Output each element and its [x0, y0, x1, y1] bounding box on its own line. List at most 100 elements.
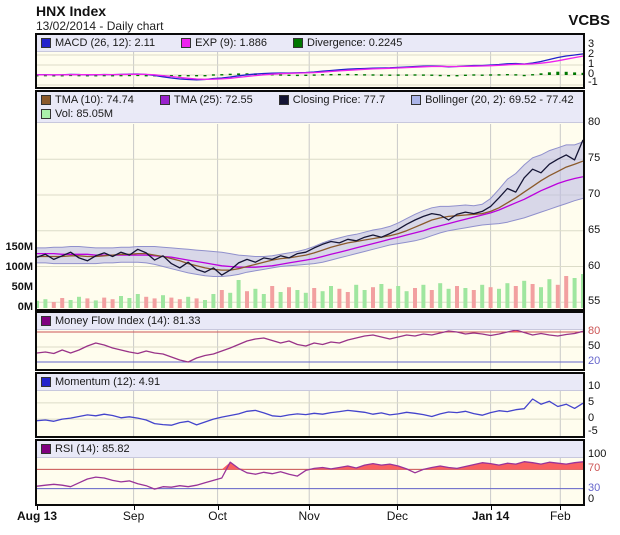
volume-bar [37, 301, 39, 308]
divergence-bar [220, 74, 223, 75]
rsi-axis-tick: 0 [588, 494, 594, 505]
price-legend-item: TMA (25): 72.55 [160, 93, 253, 107]
volume-bar [253, 289, 257, 308]
volume-bar [119, 296, 123, 308]
volume-bar [186, 297, 190, 308]
volume-bar [547, 279, 551, 308]
momentum-legend: Momentum (12): 4.91 [37, 374, 583, 391]
macd-legend-item: MACD (26, 12): 2.11 [41, 36, 155, 50]
volume-bar [161, 295, 165, 308]
divergence-bar [355, 74, 358, 75]
price-legend-label: Bollinger (20, 2): 69.52 - 77.42 [425, 93, 574, 107]
time-axis-label: Jan 14 [472, 509, 509, 523]
volume-bar [497, 289, 501, 308]
money-flow-index-legend: Money Flow Index (14): 81.33 [37, 313, 583, 330]
volume-bar [413, 288, 417, 308]
volume-bar [489, 287, 493, 308]
divergence-bar [363, 74, 366, 75]
price-legend-swatch-icon [41, 95, 51, 105]
volume-bar [52, 302, 56, 308]
volume-bar [237, 280, 241, 308]
divergence-bar [187, 75, 190, 76]
divergence-bar [321, 74, 324, 75]
volume-bar [421, 285, 425, 308]
stock-chart-window: HNX Index 13/02/2014 - Daily chart VCBS … [0, 0, 620, 535]
price-axis-tick: 60 [588, 261, 600, 272]
volume-bar [531, 284, 535, 308]
volume-bar [329, 286, 333, 308]
macd-legend-swatch-icon [181, 38, 191, 48]
volume-axis-tick: 0M [0, 301, 33, 313]
price-legend-swatch-icon [279, 95, 289, 105]
divergence-bar [414, 74, 417, 75]
volume-bar [581, 274, 583, 308]
volume-bar [144, 297, 148, 308]
macd-legend-swatch-icon [41, 38, 51, 48]
price-legend-label: Vol: 85.05M [55, 107, 113, 121]
volume-bar [60, 298, 64, 308]
divergence-bar [531, 74, 534, 75]
mfi-line [37, 330, 583, 362]
price-legend-swatch-icon [160, 95, 170, 105]
divergence-bar [548, 72, 551, 75]
volume-bar [304, 293, 308, 308]
volume-bar [211, 294, 215, 308]
price-legend-item: TMA (10): 74.74 [41, 93, 134, 107]
divergence-bar [237, 73, 240, 75]
volume-bar [85, 298, 89, 308]
divergence-bar [447, 75, 450, 76]
rsi-axis-tick: 30 [588, 483, 600, 494]
volume-bar [111, 299, 115, 308]
mfi-axis-tick: 20 [588, 356, 600, 367]
divergence-bar [489, 74, 492, 75]
volume-bar [522, 281, 526, 308]
time-axis-label: Sep [123, 509, 144, 523]
divergence-bar [582, 73, 584, 75]
divergence-bar [229, 74, 232, 75]
rsi-legend-swatch-icon [41, 444, 51, 454]
mom-axis-tick: 10 [588, 381, 600, 392]
divergence-bar [380, 74, 383, 75]
volume-axis-tick: 100M [0, 261, 33, 273]
mfi-legend-label: Money Flow Index (14): 81.33 [55, 314, 201, 328]
chart-subtitle: 13/02/2014 - Daily chart [36, 19, 163, 33]
volume-bar [396, 286, 400, 308]
divergence-bar [556, 72, 559, 75]
volume-bar [472, 290, 476, 308]
mom-axis-tick: 5 [588, 397, 594, 408]
volume-bar [153, 298, 157, 308]
divergence-bar [212, 74, 215, 75]
divergence-bar [338, 74, 341, 75]
volume-bar [514, 286, 518, 308]
price-axis-tick: 55 [588, 296, 600, 307]
divergence-bar [540, 73, 543, 75]
macd-legend-label: EXP (9): 1.886 [195, 36, 267, 50]
rsi-axis-tick: 100 [588, 449, 606, 460]
divergence-bar [439, 75, 442, 76]
momentum-panel: Momentum (12): 4.91 [35, 372, 585, 438]
volume-bar [388, 289, 392, 308]
price-axis-tick: 75 [588, 153, 600, 164]
divergence-bar [464, 75, 467, 76]
time-axis-label: Nov [299, 509, 320, 523]
rsi-legend: RSI (14): 85.82 [37, 441, 583, 458]
time-axis-label: Feb [550, 509, 571, 523]
volume-bar [556, 285, 560, 308]
volume-bar [69, 300, 73, 308]
price-legend-label: TMA (10): 74.74 [55, 93, 134, 107]
volume-bar [455, 286, 459, 308]
volume-bar [363, 290, 367, 308]
exp-line [37, 56, 583, 79]
mfi-legend-item: Money Flow Index (14): 81.33 [41, 314, 201, 328]
volume-bar [539, 287, 543, 308]
divergence-bar [204, 75, 207, 76]
volume-bar [564, 276, 568, 308]
volume-bar [169, 298, 173, 308]
volume-bar [430, 290, 434, 308]
volume-bar [262, 294, 266, 308]
divergence-bar [573, 72, 576, 75]
macd-legend-item: EXP (9): 1.886 [181, 36, 267, 50]
volume-bar [346, 292, 350, 308]
brand-logo: VCBS [568, 12, 610, 29]
price-legend-swatch-icon [411, 95, 421, 105]
